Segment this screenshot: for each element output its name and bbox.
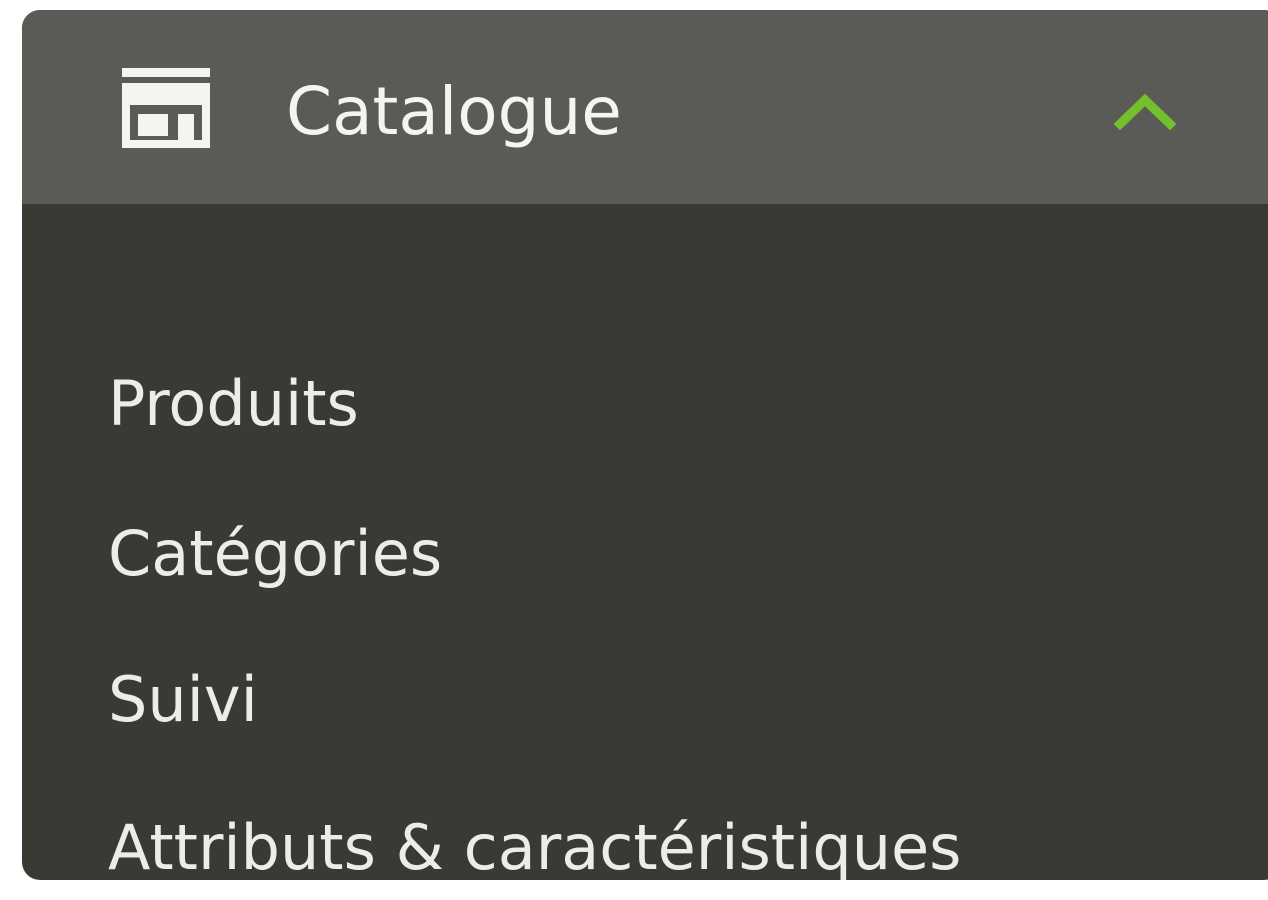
submenu-item-attributs-caracteristiques[interactable]: Attributs & caractéristiques (108, 808, 961, 880)
chevron-up-icon[interactable] (1114, 92, 1176, 130)
submenu-item-produits[interactable]: Produits (108, 364, 359, 444)
catalogue-menu-header[interactable]: Catalogue (22, 10, 1268, 204)
catalogue-menu-panel: Catalogue Produits Catégories Suivi Attr… (22, 10, 1268, 880)
catalogue-menu-label: Catalogue (286, 73, 622, 150)
submenu-item-categories[interactable]: Catégories (108, 514, 442, 594)
store-icon (122, 68, 210, 148)
submenu-item-suivi[interactable]: Suivi (108, 660, 258, 740)
